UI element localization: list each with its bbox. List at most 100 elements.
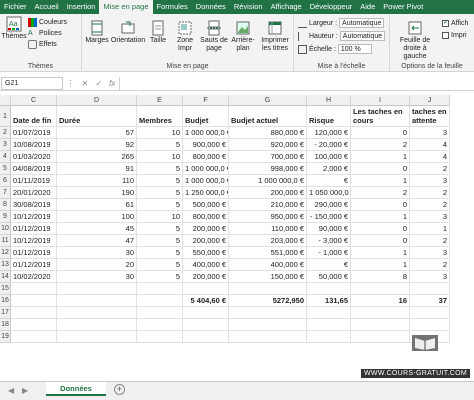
row-header[interactable]: 1 (0, 106, 11, 127)
table-cell[interactable] (229, 331, 307, 343)
table-cell[interactable]: 1 000 000,0 € (183, 163, 229, 175)
table-cell[interactable] (183, 283, 229, 295)
table-cell[interactable]: 100,000 € (307, 151, 351, 163)
table-cell[interactable]: 920,000 € (229, 139, 307, 151)
orientation-button[interactable]: Orientation (110, 20, 146, 45)
formula-input[interactable] (119, 76, 474, 90)
table-cell[interactable]: 900,000 € (183, 139, 229, 151)
table-cell[interactable]: 265 (57, 151, 137, 163)
margins-button[interactable]: Marges (84, 20, 110, 45)
table-cell[interactable]: 0 (351, 163, 410, 175)
table-cell[interactable]: 1 (351, 175, 410, 187)
table-cell[interactable]: 8 (351, 271, 410, 283)
row-header[interactable]: 10 (0, 223, 11, 235)
table-cell[interactable]: 04/08/2019 (11, 163, 57, 175)
table-cell[interactable]: 2 (410, 235, 450, 247)
table-cell[interactable]: 150,000 € (229, 271, 307, 283)
column-title-cell[interactable]: Budjet actuel (229, 106, 307, 127)
prev-sheet-icon[interactable]: ◀ (8, 386, 14, 395)
background-button[interactable]: Arrière-plan (228, 20, 258, 53)
table-cell[interactable]: 91 (57, 163, 137, 175)
table-cell[interactable]: 3 (410, 271, 450, 283)
effects-button[interactable]: Effets (28, 40, 57, 49)
table-cell[interactable]: 10 (137, 127, 183, 139)
size-button[interactable]: Taille (146, 20, 170, 45)
table-cell[interactable]: 01/11/2019 (11, 175, 57, 187)
next-sheet-icon[interactable]: ▶ (22, 386, 28, 395)
table-cell[interactable]: € (307, 259, 351, 271)
table-cell[interactable]: 30/08/2019 (11, 199, 57, 211)
table-cell[interactable]: 998,000 € (229, 163, 307, 175)
table-cell[interactable]: 110 (57, 175, 137, 187)
row-header[interactable]: 5 (0, 163, 11, 175)
table-cell[interactable]: 100 (57, 211, 137, 223)
table-cell[interactable]: 500,000 € (183, 199, 229, 211)
table-cell[interactable] (410, 283, 450, 295)
cancel-icon[interactable]: ✕ (82, 79, 89, 88)
table-cell[interactable]: 110,000 € (229, 223, 307, 235)
table-cell[interactable]: 3 (410, 175, 450, 187)
table-cell[interactable] (410, 319, 450, 331)
table-cell[interactable] (307, 283, 351, 295)
table-cell[interactable]: 120,000 € (307, 127, 351, 139)
table-cell[interactable]: 200,000 € (183, 223, 229, 235)
row-header[interactable]: 6 (0, 175, 11, 187)
row-header[interactable]: 14 (0, 271, 11, 283)
table-cell[interactable]: 5 (137, 187, 183, 199)
row-header[interactable]: 17 (0, 307, 11, 319)
table-cell[interactable]: 3 (410, 247, 450, 259)
table-cell[interactable] (183, 307, 229, 319)
table-cell[interactable]: 950,000 € (229, 211, 307, 223)
row-header[interactable]: 8 (0, 199, 11, 211)
table-cell[interactable]: 30 (57, 271, 137, 283)
row-header[interactable]: 7 (0, 187, 11, 199)
table-cell[interactable]: 10/12/2019 (11, 235, 57, 247)
table-cell[interactable]: 5 (137, 271, 183, 283)
table-cell[interactable] (351, 319, 410, 331)
table-cell[interactable]: 5 (137, 259, 183, 271)
table-cell[interactable]: 2 (351, 139, 410, 151)
row-header[interactable]: 11 (0, 235, 11, 247)
table-cell[interactable]: 400,000 € (229, 259, 307, 271)
row-header[interactable]: 4 (0, 151, 11, 163)
total-cell[interactable] (137, 295, 183, 307)
total-cell[interactable]: 37 (410, 295, 450, 307)
table-cell[interactable]: 1 (351, 211, 410, 223)
table-cell[interactable]: 20 (57, 259, 137, 271)
table-cell[interactable]: 01/12/2019 (11, 223, 57, 235)
table-cell[interactable]: 0 (351, 127, 410, 139)
table-cell[interactable]: 700,000 € (229, 151, 307, 163)
table-cell[interactable] (229, 307, 307, 319)
table-cell[interactable]: 10/02/2020 (11, 271, 57, 283)
ribbon-tab[interactable]: Insertion (63, 0, 100, 14)
table-cell[interactable]: - 1,000 € (307, 247, 351, 259)
row-header[interactable]: 3 (0, 139, 11, 151)
table-cell[interactable]: 2 (410, 163, 450, 175)
table-cell[interactable]: 1 (410, 223, 450, 235)
table-cell[interactable]: 290,000 € (307, 199, 351, 211)
select-all-corner[interactable] (0, 95, 11, 106)
table-cell[interactable]: 1 000 000,0 € (183, 127, 229, 139)
table-cell[interactable]: 50,000 € (307, 271, 351, 283)
table-cell[interactable] (57, 319, 137, 331)
row-header[interactable]: 2 (0, 127, 11, 139)
name-box[interactable]: G21 (1, 76, 63, 90)
ribbon-tab[interactable]: Données (192, 0, 230, 14)
table-cell[interactable] (307, 331, 351, 343)
table-cell[interactable] (137, 331, 183, 343)
table-cell[interactable] (137, 283, 183, 295)
width-dropdown[interactable]: Automatique (339, 18, 385, 28)
column-title-cell[interactable]: Durée (57, 106, 137, 127)
table-cell[interactable]: 30 (57, 247, 137, 259)
column-title-cell[interactable]: Risque (307, 106, 351, 127)
table-cell[interactable]: 01/03/2020 (11, 151, 57, 163)
column-title-cell[interactable]: Budjet (183, 106, 229, 127)
table-cell[interactable]: 200,000 € (183, 235, 229, 247)
table-cell[interactable]: 200,000 € (183, 271, 229, 283)
height-dropdown[interactable]: Automatique (339, 31, 386, 41)
total-cell[interactable] (57, 295, 137, 307)
table-cell[interactable]: 5 (137, 199, 183, 211)
colors-button[interactable]: Couleurs (28, 18, 67, 27)
ribbon-tab[interactable]: Fichier (0, 0, 31, 14)
table-cell[interactable]: 3 (410, 127, 450, 139)
